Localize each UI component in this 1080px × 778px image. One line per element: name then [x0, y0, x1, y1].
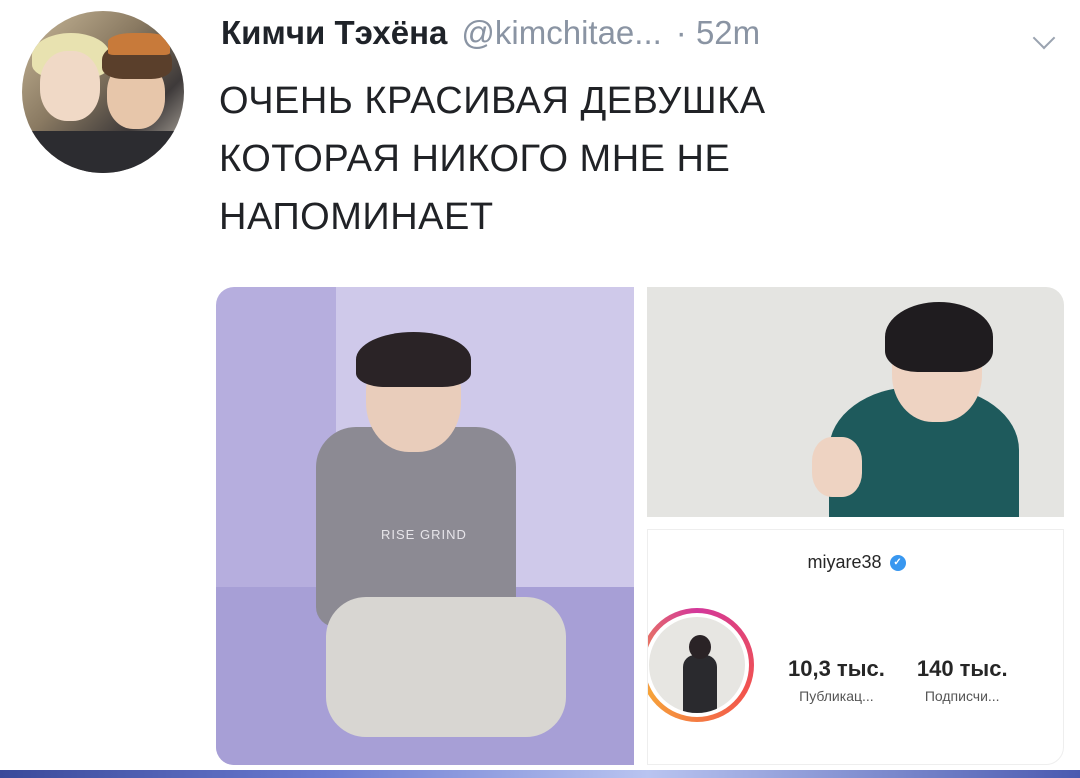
next-item-edge: [0, 770, 1080, 778]
stat-followers-label: Подписчи...: [924, 688, 1000, 704]
media-photo-left[interactable]: RISE GRIND: [216, 287, 634, 765]
tweet-header: Кимчи Тэхёна @kimchitae... · 52m: [221, 14, 760, 52]
stat-followers-value: 140 тыс.: [916, 656, 1008, 681]
media-photo-right[interactable]: [647, 287, 1064, 517]
instagram-profile-card[interactable]: miyare38 ✓ 10,3 тыс. Публикац... 140 тыс…: [647, 529, 1064, 765]
author-avatar[interactable]: [22, 11, 184, 173]
profile-stats: 10,3 тыс. Публикац... 140 тыс. Подписчи.…: [788, 656, 1008, 704]
author-handle[interactable]: @kimchitae...: [461, 14, 661, 52]
stat-followers[interactable]: 140 тыс. Подписчи...: [917, 656, 1008, 704]
stat-posts-label: Публикац...: [799, 688, 874, 704]
tweet-timestamp[interactable]: · 52m: [676, 14, 760, 52]
profile-username: miyare38: [807, 552, 882, 572]
tweet-text: ОЧЕНЬ КРАСИВАЯ ДЕВУШКА КОТОРАЯ НИКОГО МН…: [219, 80, 766, 238]
stat-posts-value: 10,3 тыс.: [788, 656, 885, 681]
profile-username-row: miyare38 ✓: [648, 552, 1063, 573]
hoodie-print: RISE GRIND: [381, 527, 467, 542]
stat-posts[interactable]: 10,3 тыс. Публикац...: [788, 656, 885, 704]
chevron-down-icon[interactable]: [1032, 26, 1056, 50]
profile-avatar: [649, 617, 745, 713]
author-display-name[interactable]: Кимчи Тэхёна: [221, 14, 447, 52]
tweet-screenshot: Кимчи Тэхёна @kimchitae... · 52m ОЧЕНЬ К…: [0, 0, 1080, 778]
verified-icon: ✓: [889, 554, 906, 571]
profile-story-ring[interactable]: [648, 608, 754, 722]
